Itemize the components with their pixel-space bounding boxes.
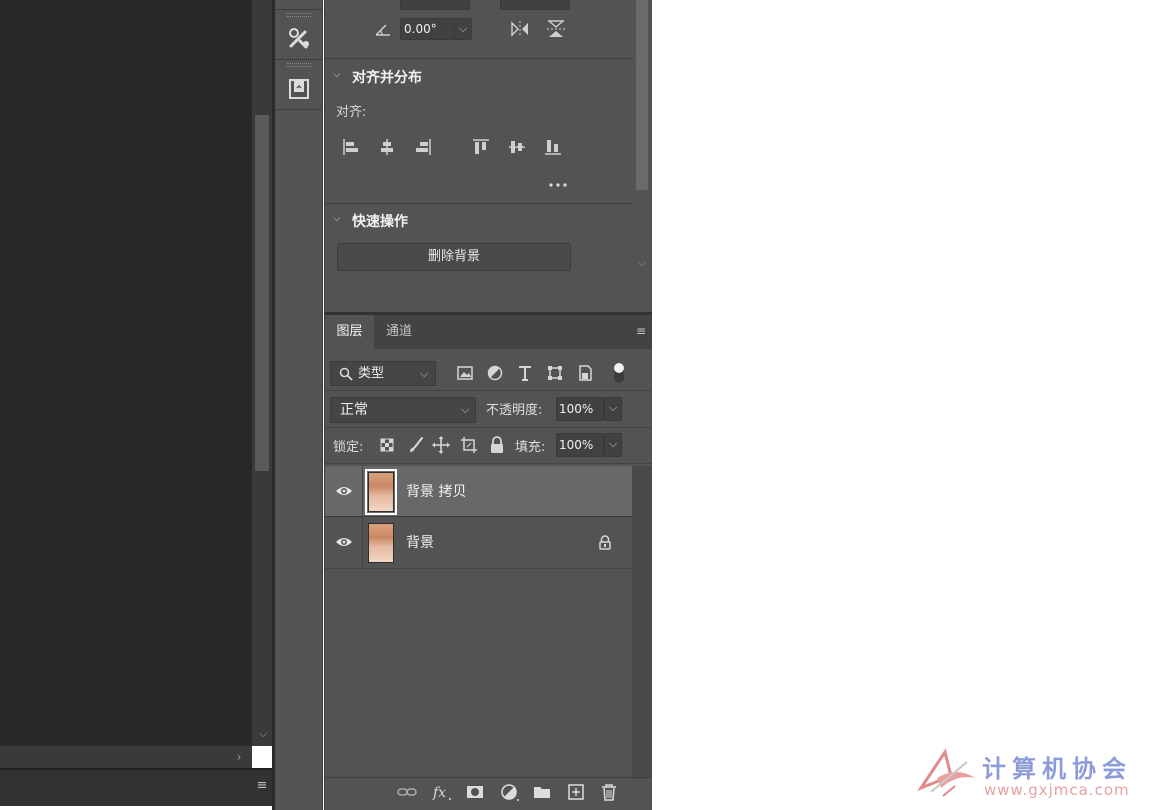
scroll-down-arrow-icon[interactable]: ⌵ bbox=[256, 727, 270, 741]
scroll-right-arrow-icon[interactable]: › bbox=[232, 750, 246, 764]
new-layer-icon[interactable] bbox=[565, 782, 587, 802]
fill-label: 填充: bbox=[515, 440, 546, 455]
svg-text:fx: fx bbox=[432, 785, 446, 801]
more-options-icon[interactable] bbox=[548, 181, 568, 189]
tool-presets-icon[interactable] bbox=[285, 24, 313, 52]
row-divider bbox=[325, 463, 652, 464]
section-divider bbox=[325, 203, 633, 204]
width-field[interactable] bbox=[400, 0, 470, 10]
layer-filter-select[interactable]: 类型 ⌵ bbox=[330, 361, 436, 386]
remove-background-button[interactable]: 删除背景 bbox=[337, 243, 571, 271]
blend-mode-value: 正常 bbox=[340, 402, 368, 418]
lock-position-move-icon[interactable] bbox=[431, 435, 451, 455]
dock-slot-library bbox=[275, 60, 323, 110]
angle-field[interactable]: 0.00° bbox=[400, 18, 455, 40]
row-divider bbox=[325, 427, 652, 428]
chevron-down-icon: ⌵ bbox=[420, 367, 429, 380]
collapse-chevron-icon[interactable]: ⌵ bbox=[333, 69, 341, 80]
fill-input[interactable]: 100% bbox=[556, 433, 604, 457]
layer-row-background[interactable]: 背景 bbox=[325, 517, 632, 568]
lock-transparent-pixels-icon[interactable] bbox=[377, 435, 397, 455]
canvas-vertical-scroll-thumb[interactable] bbox=[255, 115, 269, 471]
opacity-dropdown-chevron-icon[interactable]: ⌵ bbox=[604, 397, 622, 421]
flip-vertical-icon[interactable] bbox=[545, 18, 567, 40]
height-field[interactable] bbox=[500, 0, 570, 10]
adjustment-layer-filter-icon[interactable] bbox=[484, 362, 506, 384]
watermark-logo-icon bbox=[917, 748, 975, 797]
chevron-down-icon: ⌵ bbox=[461, 403, 470, 416]
filter-kind-label: 类型 bbox=[358, 366, 385, 381]
canvas-horizontal-scrollbar[interactable] bbox=[0, 746, 252, 768]
pixel-layer-filter-icon[interactable] bbox=[454, 362, 476, 384]
layer-name[interactable]: 背景 拷贝 bbox=[406, 481, 466, 501]
visibility-eye-icon[interactable] bbox=[335, 534, 353, 550]
libraries-icon[interactable] bbox=[285, 74, 313, 102]
opacity-label: 不透明度: bbox=[486, 403, 543, 418]
align-vertical-centers-icon[interactable] bbox=[507, 137, 527, 157]
dock-slot-tools bbox=[275, 10, 323, 60]
align-distribute-section-title[interactable]: 对齐并分布 bbox=[352, 67, 422, 87]
blend-mode-select[interactable]: 正常 ⌵ bbox=[330, 397, 476, 423]
section-divider bbox=[325, 58, 633, 59]
type-layer-filter-icon[interactable] bbox=[514, 362, 536, 384]
dock-grip[interactable] bbox=[287, 63, 311, 67]
delete-layer-trash-icon[interactable] bbox=[598, 782, 620, 802]
new-fill-adjustment-layer-icon[interactable] bbox=[498, 782, 520, 802]
filter-toggle-switch[interactable] bbox=[611, 361, 627, 385]
align-right-edges-icon[interactable] bbox=[413, 137, 433, 157]
flip-horizontal-icon[interactable] bbox=[509, 20, 531, 38]
properties-scroll-thumb[interactable] bbox=[636, 0, 648, 190]
layer-thumbnail[interactable] bbox=[365, 469, 397, 515]
lock-artboard-icon[interactable] bbox=[459, 435, 479, 455]
align-top-edges-icon[interactable] bbox=[471, 137, 491, 157]
search-icon bbox=[339, 367, 353, 381]
new-group-folder-icon[interactable] bbox=[531, 782, 553, 802]
watermark-url: www.gxjmca.com bbox=[984, 781, 1130, 799]
shape-layer-filter-icon[interactable] bbox=[544, 362, 566, 384]
link-layers-icon[interactable] bbox=[396, 782, 418, 802]
column-divider bbox=[362, 517, 363, 568]
smart-object-filter-icon[interactable] bbox=[574, 362, 596, 384]
angle-icon bbox=[375, 24, 390, 36]
align-bottom-edges-icon[interactable] bbox=[543, 137, 563, 157]
quick-actions-section-title[interactable]: 快速操作 bbox=[352, 211, 408, 231]
collapse-chevron-icon[interactable]: ⌵ bbox=[333, 213, 341, 224]
opacity-input[interactable]: 100% bbox=[556, 397, 604, 421]
watermark-text: 计算机协会 bbox=[982, 754, 1132, 783]
layer-row-background-copy[interactable]: 背景 拷贝 bbox=[325, 466, 632, 517]
align-label: 对齐: bbox=[336, 105, 367, 120]
panel-menu-icon[interactable]: ≡ bbox=[634, 324, 648, 338]
panel-menu-icon[interactable]: ≡ bbox=[254, 778, 270, 794]
collapsed-panel-dock bbox=[275, 0, 323, 810]
add-layer-mask-icon[interactable] bbox=[464, 782, 486, 802]
row-divider bbox=[325, 568, 632, 569]
tab-channels[interactable]: 通道 bbox=[375, 315, 423, 349]
tab-layers[interactable]: 图层 bbox=[325, 315, 374, 349]
align-horizontal-centers-icon[interactable] bbox=[377, 137, 397, 157]
angle-dropdown-chevron-icon[interactable]: ⌵ bbox=[454, 18, 472, 40]
visibility-eye-icon[interactable] bbox=[335, 483, 353, 499]
lock-label: 锁定: bbox=[333, 440, 364, 455]
scroll-down-arrow-icon[interactable]: ⌵ bbox=[636, 258, 648, 274]
layer-style-fx-icon[interactable]: fx bbox=[430, 782, 452, 802]
layer-name[interactable]: 背景 bbox=[406, 532, 434, 552]
row-divider bbox=[325, 390, 652, 391]
column-divider bbox=[362, 466, 363, 517]
layer-thumbnail[interactable] bbox=[368, 523, 394, 563]
dock-slot bbox=[275, 0, 323, 10]
align-left-edges-icon[interactable] bbox=[341, 137, 361, 157]
collapsed-panel-strip bbox=[0, 768, 272, 806]
document-canvas[interactable] bbox=[0, 0, 252, 746]
layer-locked-icon[interactable] bbox=[598, 535, 612, 550]
fill-dropdown-chevron-icon[interactable]: ⌵ bbox=[604, 433, 622, 457]
layers-list-scrollbar[interactable] bbox=[632, 466, 652, 777]
lock-all-icon[interactable] bbox=[487, 435, 507, 455]
lock-image-pixels-brush-icon[interactable] bbox=[406, 435, 426, 455]
dock-grip[interactable] bbox=[287, 13, 311, 17]
